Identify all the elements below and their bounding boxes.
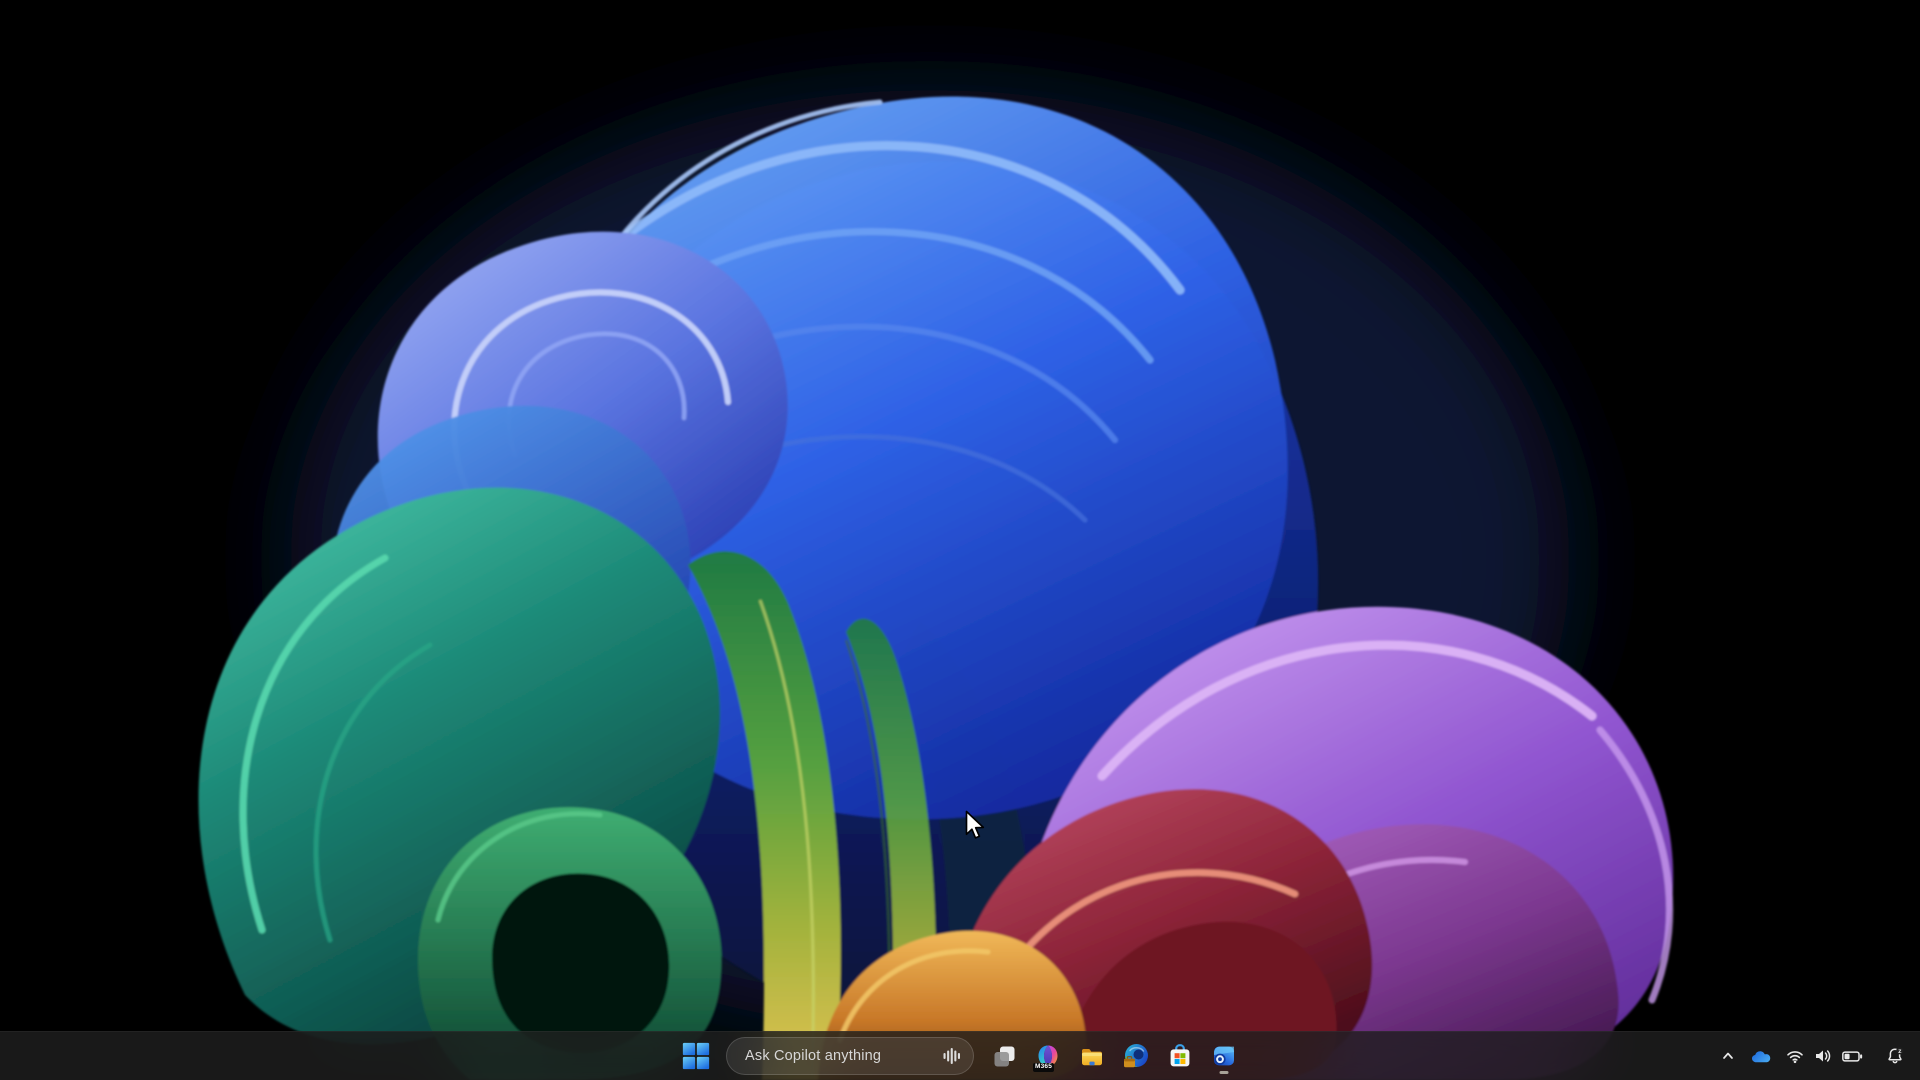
edge-button[interactable] — [1116, 1036, 1156, 1076]
outlook-button[interactable] — [1204, 1036, 1244, 1076]
hidden-icons-button[interactable] — [1713, 1036, 1743, 1076]
wallpaper-bloom — [0, 0, 1920, 1080]
do-not-disturb-button[interactable]: z — [1878, 1036, 1912, 1076]
chevron-up-icon — [1723, 1052, 1733, 1059]
battery-fill — [1844, 1053, 1850, 1059]
search-placeholder-text: Ask Copilot anything — [745, 1048, 882, 1064]
quick-settings-button[interactable] — [1779, 1036, 1870, 1076]
start-button[interactable] — [676, 1036, 716, 1076]
microsoft-store-icon — [1170, 1044, 1190, 1067]
taskbar-center-group: Ask Copilot anything M365 — [676, 1032, 1244, 1080]
volume-icon — [1816, 1050, 1831, 1062]
outlook-running-indicator — [1219, 1071, 1229, 1074]
file-explorer-icon — [1082, 1049, 1102, 1066]
file-explorer-button[interactable] — [1072, 1036, 1112, 1076]
microsoft-store-button[interactable] — [1160, 1036, 1200, 1076]
wifi-icon — [1787, 1051, 1803, 1064]
m365-badge: M365 — [1033, 1062, 1055, 1072]
copilot-m365-button[interactable]: M365 — [1028, 1036, 1068, 1076]
voice-waveform-icon[interactable] — [943, 1046, 960, 1066]
bell-dnd-icon: z — [1888, 1047, 1904, 1064]
windows-logo-icon — [682, 1042, 710, 1070]
task-view-icon — [994, 1046, 1014, 1066]
copilot-search-box[interactable]: Ask Copilot anything — [726, 1037, 974, 1075]
battery-icon — [1842, 1050, 1863, 1062]
outlook-icon — [1214, 1046, 1234, 1066]
onedrive-button[interactable] — [1743, 1036, 1779, 1076]
onedrive-cloud-icon — [1752, 1050, 1771, 1062]
taskbar: Ask Copilot anything M365 z — [0, 1031, 1920, 1080]
system-tray: z — [1713, 1032, 1912, 1080]
dnd-z-glyph: z — [1898, 1048, 1902, 1055]
desktop: Ask Copilot anything M365 z — [0, 0, 1920, 1080]
edge-icon — [1123, 1043, 1148, 1067]
task-view-button[interactable] — [984, 1036, 1024, 1076]
